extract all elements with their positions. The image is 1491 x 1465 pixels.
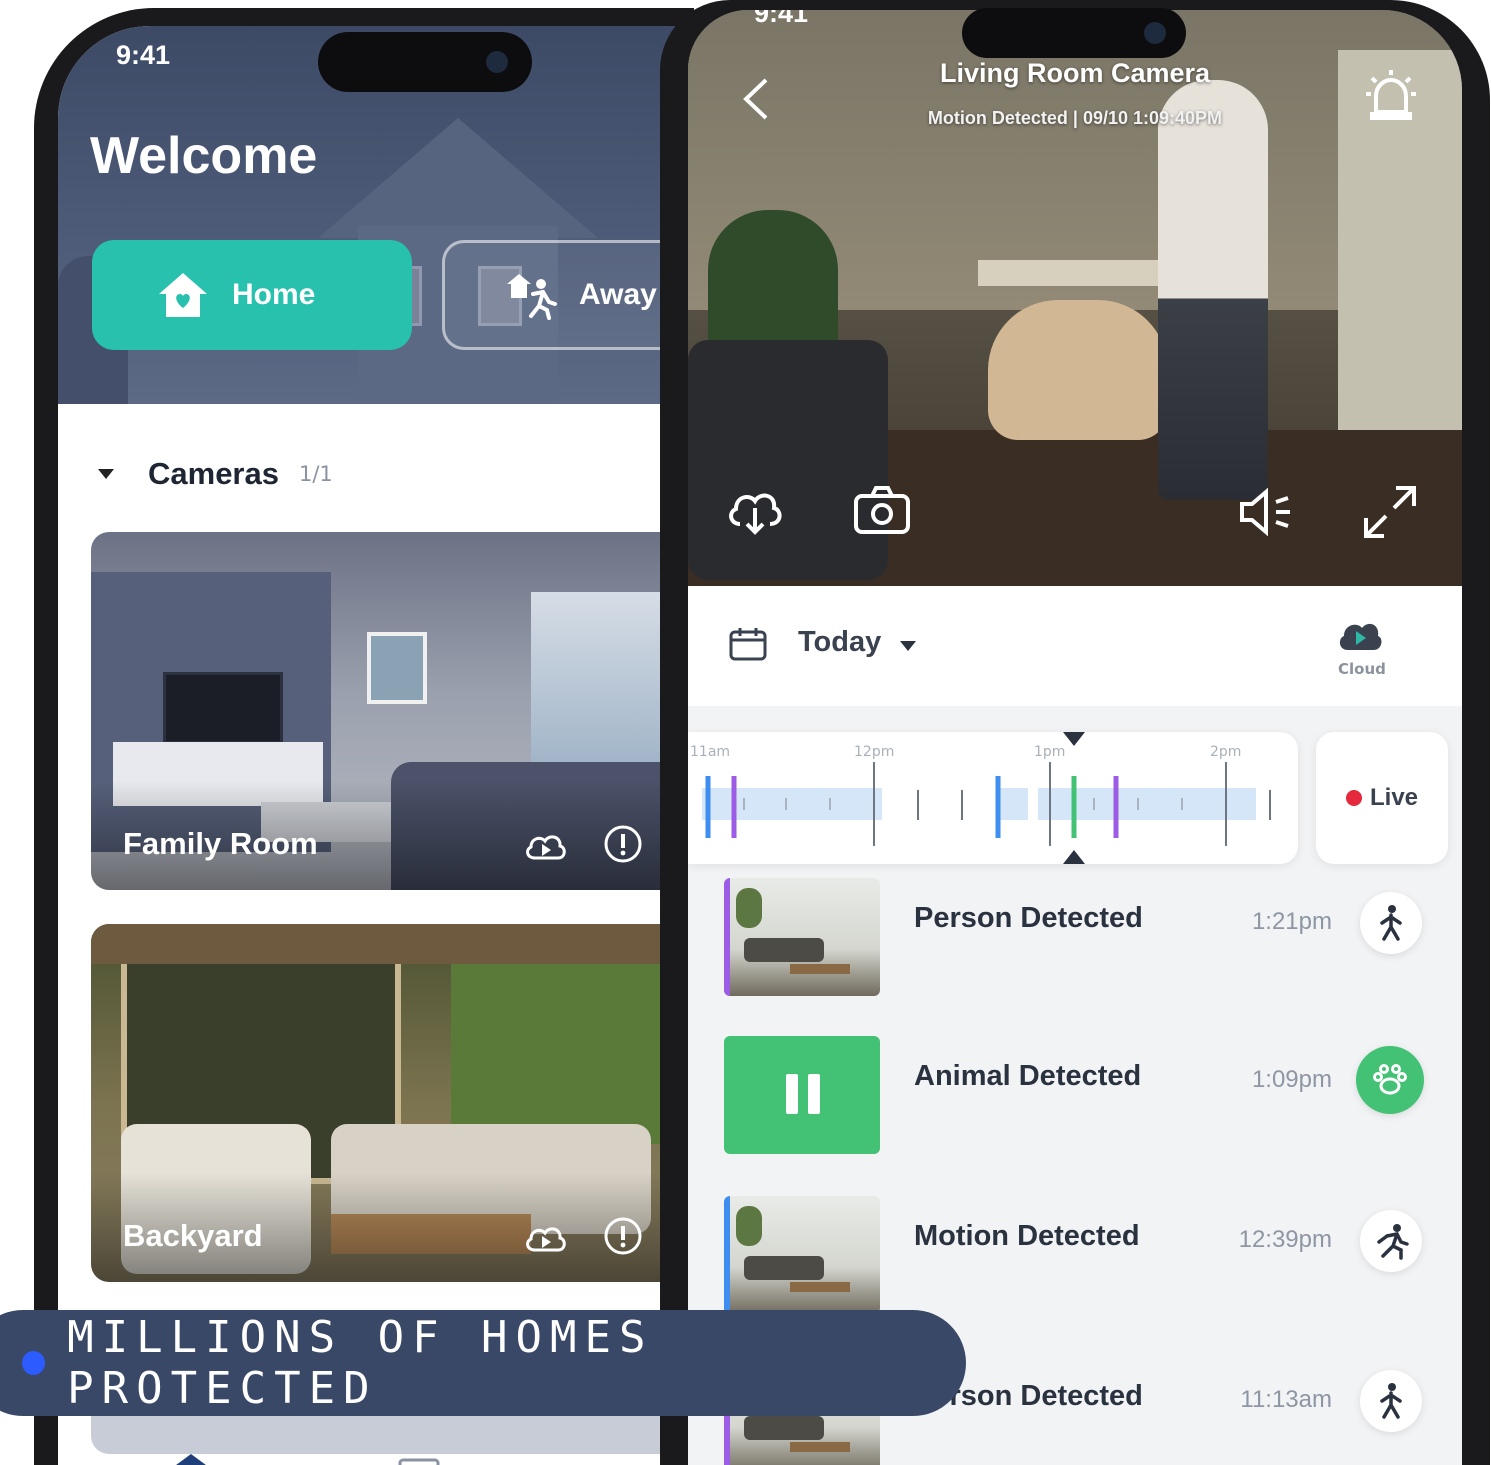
live-video-feed[interactable]: 9:41 Living Room Camera Motion Detected … bbox=[688, 10, 1462, 586]
away-running-icon bbox=[507, 274, 557, 320]
camera-card-family-room[interactable]: Family Room bbox=[91, 532, 678, 890]
cloud-download-icon[interactable] bbox=[724, 484, 786, 536]
collapse-caret-icon bbox=[98, 469, 114, 479]
event-color-stripe bbox=[724, 1196, 730, 1314]
thumb-table bbox=[790, 964, 850, 974]
right-phone-screen: 9:41 Living Room Camera Motion Detected … bbox=[688, 10, 1462, 1465]
camera-event-subtitle: Motion Detected | 09/10 1:09:40PM bbox=[927, 108, 1223, 128]
snapshot-camera-icon[interactable] bbox=[852, 484, 912, 536]
scene-artwork bbox=[367, 632, 427, 704]
paw-icon bbox=[1356, 1046, 1424, 1114]
event-time: 1:09pm bbox=[1251, 1066, 1332, 1093]
scene-window bbox=[531, 592, 678, 772]
home-mode-button[interactable]: Home bbox=[92, 240, 412, 350]
cloud-label: Cloud bbox=[1338, 660, 1386, 678]
event-time: 1:21pm bbox=[1251, 908, 1332, 935]
thumb-plant bbox=[736, 888, 762, 928]
event-time: 11:13am bbox=[1240, 1386, 1332, 1413]
camera-name: Backyard bbox=[123, 1218, 263, 1253]
home-tab-icon[interactable] bbox=[168, 1454, 214, 1465]
scene-beam bbox=[91, 924, 678, 964]
scene-tv bbox=[163, 672, 283, 744]
person-walk-icon bbox=[1360, 1370, 1422, 1432]
event-thumbnail[interactable] bbox=[724, 1196, 880, 1314]
home-heart-icon bbox=[159, 273, 207, 317]
event-title: Animal Detected bbox=[914, 1060, 1142, 1092]
timeline-track bbox=[702, 732, 1271, 864]
event-row-animal[interactable]: Animal Detected 1:09pm bbox=[688, 1036, 1462, 1154]
cloud-play-icon[interactable] bbox=[523, 828, 567, 864]
calendar-icon[interactable] bbox=[728, 626, 768, 662]
welcome-title: Welcome bbox=[90, 127, 318, 185]
front-camera bbox=[1144, 22, 1166, 44]
thumb-sofa bbox=[744, 938, 824, 962]
live-button[interactable]: Live bbox=[1316, 732, 1448, 864]
camera-tab-icon[interactable] bbox=[396, 1456, 442, 1465]
dropdown-caret-icon bbox=[900, 641, 916, 651]
event-thumbnail[interactable] bbox=[724, 878, 880, 996]
event-row-motion[interactable]: Motion Detected 12:39pm bbox=[688, 1196, 1462, 1314]
person-walk-icon bbox=[1360, 892, 1422, 954]
live-label: Live bbox=[1369, 784, 1419, 811]
siren-icon[interactable] bbox=[1364, 68, 1418, 124]
thumb-table bbox=[790, 1282, 850, 1292]
left-phone-screen: 9:41 Welcome Home Away Cameras 1/1 Famil… bbox=[58, 26, 678, 1465]
live-indicator-dot bbox=[1345, 790, 1362, 806]
speaker-muted-icon[interactable] bbox=[1238, 488, 1296, 536]
fullscreen-icon[interactable] bbox=[1362, 484, 1418, 540]
hero-house-roof bbox=[318, 118, 598, 238]
banner-text: MILLIONS OF HOMES PROTECTED bbox=[67, 1312, 654, 1414]
thumb-table bbox=[790, 1442, 850, 1452]
left-dynamic-island bbox=[318, 32, 532, 92]
thumb-plant bbox=[736, 1206, 762, 1246]
camera-card-backyard[interactable]: Backyard bbox=[91, 924, 678, 1282]
away-mode-button[interactable]: Away bbox=[442, 240, 678, 350]
alert-icon[interactable] bbox=[603, 824, 643, 864]
cloud-play-icon[interactable] bbox=[1336, 616, 1382, 654]
scene-chair bbox=[688, 340, 888, 580]
thumb-sofa bbox=[744, 1256, 824, 1280]
event-row-person[interactable]: Person Detected 1:21pm bbox=[688, 878, 1462, 996]
date-filter-dropdown[interactable]: Today bbox=[798, 626, 881, 659]
scene-greenery bbox=[451, 944, 678, 1144]
bottom-tab-bar bbox=[58, 1454, 678, 1465]
front-camera bbox=[486, 51, 508, 73]
date-filter-bar: Today Cloud bbox=[688, 586, 1462, 706]
camera-title: Living Room Camera bbox=[939, 58, 1211, 88]
cameras-section-header[interactable]: Cameras 1/1 bbox=[98, 456, 333, 492]
status-bar-time: 9:41 bbox=[116, 40, 171, 70]
event-title: Motion Detected bbox=[914, 1220, 1140, 1252]
promo-banner: MILLIONS OF HOMES PROTECTED bbox=[0, 1310, 966, 1416]
cameras-section-label: Cameras bbox=[148, 456, 279, 491]
event-title: Person Detected bbox=[914, 902, 1143, 934]
event-time: 12:39pm bbox=[1238, 1226, 1332, 1253]
alert-icon[interactable] bbox=[603, 1216, 643, 1256]
cloud-play-icon[interactable] bbox=[523, 1220, 567, 1256]
status-bar-time: 9:41 bbox=[754, 10, 809, 28]
scene-person bbox=[1158, 80, 1268, 500]
event-color-stripe bbox=[724, 878, 730, 996]
camera-name: Family Room bbox=[123, 826, 318, 861]
thumb-sofa bbox=[744, 1416, 824, 1440]
scene-dining-table bbox=[978, 260, 1178, 286]
banner-bullet-dot bbox=[22, 1351, 46, 1375]
event-thumbnail-playing[interactable] bbox=[724, 1036, 880, 1154]
home-mode-label: Home bbox=[232, 278, 316, 311]
pause-icon[interactable] bbox=[786, 1074, 822, 1114]
event-timeline[interactable]: 11am 12pm 1pm 2pm bbox=[688, 732, 1298, 864]
right-dynamic-island bbox=[962, 8, 1186, 58]
running-icon bbox=[1360, 1210, 1422, 1272]
cameras-count: 1/1 bbox=[298, 462, 333, 486]
scene-dog bbox=[988, 300, 1168, 440]
away-mode-label: Away bbox=[579, 278, 657, 311]
